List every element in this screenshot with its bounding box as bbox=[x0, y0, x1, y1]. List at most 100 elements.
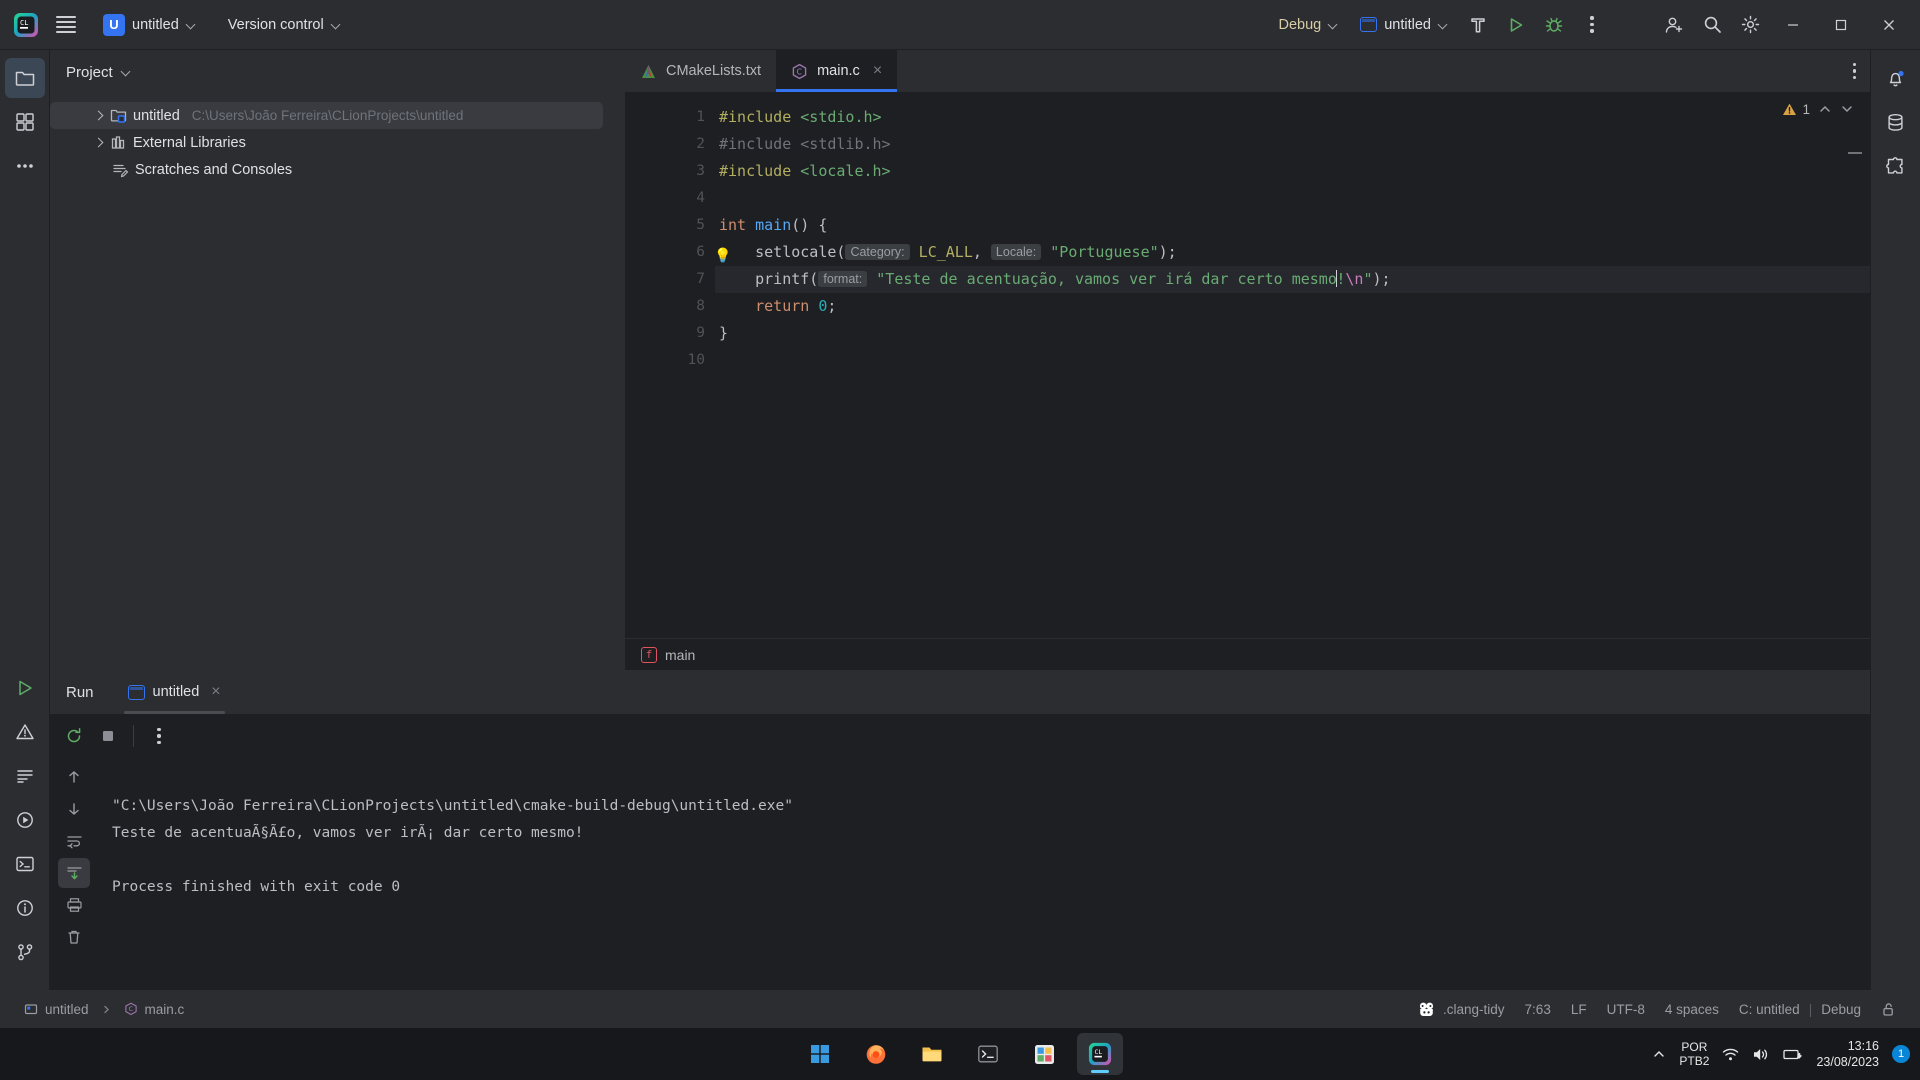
status-cmake-profile[interactable]: C: untitled | Debug bbox=[1729, 996, 1871, 1022]
clion-logo-icon[interactable]: CL bbox=[8, 7, 44, 43]
taskbar-apps: CL bbox=[797, 1033, 1123, 1075]
svg-text:C: C bbox=[797, 67, 802, 76]
status-caret-position[interactable]: 7:63 bbox=[1515, 996, 1561, 1022]
run-tool-window: Run untitled × "C:\Users\João Ferreira\C… bbox=[50, 670, 1870, 990]
run-tab-untitled[interactable]: untitled × bbox=[114, 670, 235, 714]
console-line: "C:\Users\João Ferreira\CLionProjects\un… bbox=[112, 798, 793, 814]
tree-node-scratches[interactable]: Scratches and Consoles bbox=[50, 156, 625, 183]
line-number: 5 bbox=[625, 212, 715, 239]
code-line[interactable]: #include <stdio.h> bbox=[715, 104, 1870, 131]
code-line[interactable]: #include <locale.h> bbox=[715, 158, 1870, 185]
code-line[interactable] bbox=[715, 347, 1870, 374]
run-button[interactable] bbox=[1498, 7, 1534, 43]
code-token: setlocale( bbox=[719, 243, 846, 261]
tree-node-untitled[interactable]: untitled C:\Users\João Ferreira\CLionPro… bbox=[50, 102, 603, 129]
code-editor[interactable]: 1 2 3 4 5 6 7 8 9 10 #include <stdio.h> … bbox=[625, 92, 1870, 638]
status-line-separator[interactable]: LF bbox=[1561, 996, 1597, 1022]
file-explorer-taskbar-button[interactable] bbox=[909, 1033, 955, 1075]
chevron-down-icon[interactable] bbox=[1840, 102, 1854, 116]
firefox-icon bbox=[866, 1045, 886, 1064]
clion-taskbar-button[interactable]: CL bbox=[1077, 1033, 1123, 1075]
run-more-options-button[interactable] bbox=[143, 721, 175, 751]
terminal-taskbar-button[interactable] bbox=[965, 1033, 1011, 1075]
chevron-up-icon[interactable] bbox=[1652, 1047, 1666, 1061]
account-button[interactable] bbox=[1656, 7, 1692, 43]
sidebar-item-todo[interactable] bbox=[5, 756, 45, 796]
start-button[interactable] bbox=[797, 1033, 843, 1075]
maximize-window-button[interactable] bbox=[1818, 0, 1864, 50]
code-line[interactable]: } bbox=[715, 320, 1870, 347]
sidebar-item-terminal[interactable] bbox=[5, 844, 45, 884]
code-line[interactable]: int main() { bbox=[715, 212, 1870, 239]
settings-button[interactable] bbox=[1732, 7, 1768, 43]
scroll-up-button[interactable] bbox=[58, 762, 90, 792]
database-button[interactable] bbox=[1876, 102, 1916, 142]
inspection-navigation[interactable] bbox=[1818, 102, 1854, 116]
build-button[interactable] bbox=[1460, 7, 1496, 43]
code-line[interactable]: printf(format: "Teste de acentuação, vam… bbox=[715, 266, 1870, 293]
close-tab-icon[interactable]: × bbox=[873, 63, 882, 79]
code-line[interactable]: #include <stdlib.h> bbox=[715, 131, 1870, 158]
status-project[interactable]: untitled bbox=[14, 996, 99, 1022]
sidebar-item-run[interactable] bbox=[5, 668, 45, 708]
chevron-down-icon[interactable] bbox=[121, 67, 131, 77]
status-inspections[interactable]: .clang-tidy bbox=[1407, 996, 1515, 1022]
project-panel-header[interactable]: Project bbox=[50, 50, 625, 94]
project-widget[interactable]: U untitled bbox=[94, 9, 205, 41]
more-actions-button[interactable] bbox=[1574, 7, 1610, 43]
editor-tab-main-c[interactable]: C main.c × bbox=[776, 50, 898, 92]
version-control-widget[interactable]: Version control bbox=[219, 9, 350, 41]
debug-button[interactable] bbox=[1536, 7, 1572, 43]
language-indicator[interactable]: POR PTB2 bbox=[1679, 1040, 1709, 1068]
status-read-only-toggle[interactable] bbox=[1871, 996, 1906, 1022]
stop-button[interactable] bbox=[92, 721, 124, 751]
rerun-button[interactable] bbox=[58, 721, 90, 751]
sidebar-item-notifications[interactable] bbox=[5, 888, 45, 928]
wifi-icon[interactable] bbox=[1722, 1047, 1739, 1062]
close-window-button[interactable] bbox=[1866, 0, 1912, 50]
sidebar-item-project[interactable] bbox=[4, 58, 45, 98]
clear-all-button[interactable] bbox=[58, 922, 90, 952]
close-run-tab-icon[interactable]: × bbox=[211, 684, 220, 700]
console-output[interactable]: "C:\Users\João Ferreira\CLionProjects\un… bbox=[98, 758, 1870, 990]
firefox-taskbar-button[interactable] bbox=[853, 1033, 899, 1075]
code-token: <locale.h> bbox=[800, 162, 891, 180]
sidebar-item-version-control[interactable] bbox=[5, 932, 45, 972]
minimize-window-button[interactable] bbox=[1770, 0, 1816, 50]
inspection-widget[interactable]: 1 bbox=[1782, 102, 1810, 117]
chevron-up-icon[interactable] bbox=[1818, 102, 1832, 116]
store-taskbar-button[interactable] bbox=[1021, 1033, 1067, 1075]
code-lines[interactable]: #include <stdio.h> #include <stdlib.h> #in… bbox=[714, 92, 1870, 638]
build-configuration-selector[interactable]: Debug bbox=[1269, 9, 1349, 41]
search-everywhere-button[interactable] bbox=[1694, 7, 1730, 43]
notification-badge[interactable]: 1 bbox=[1892, 1045, 1910, 1063]
scroll-to-end-button[interactable] bbox=[58, 858, 90, 888]
sidebar-item-problems[interactable] bbox=[5, 712, 45, 752]
editor-tab-cmakelists[interactable]: CMakeLists.txt bbox=[625, 50, 776, 92]
notifications-button[interactable] bbox=[1876, 58, 1916, 98]
sidebar-item-commit[interactable] bbox=[5, 102, 45, 142]
plugins-button[interactable] bbox=[1876, 146, 1916, 186]
soft-wrap-button[interactable] bbox=[58, 826, 90, 856]
volume-icon[interactable] bbox=[1752, 1047, 1770, 1062]
sidebar-item-more[interactable] bbox=[5, 146, 45, 186]
status-indent[interactable]: 4 spaces bbox=[1655, 996, 1729, 1022]
status-file[interactable]: C main.c bbox=[114, 996, 195, 1022]
print-button[interactable] bbox=[58, 890, 90, 920]
code-line[interactable] bbox=[715, 185, 1870, 212]
editor-tab-options-button[interactable] bbox=[1839, 50, 1870, 92]
arrow-down-icon bbox=[69, 803, 79, 815]
run-configuration-selector[interactable]: untitled bbox=[1350, 9, 1458, 41]
tree-node-external-libraries[interactable]: External Libraries bbox=[50, 129, 625, 156]
status-encoding[interactable]: UTF-8 bbox=[1597, 996, 1655, 1022]
scroll-down-button[interactable] bbox=[58, 794, 90, 824]
breadcrumb[interactable]: f main bbox=[625, 638, 1870, 670]
chevron-right-icon[interactable] bbox=[92, 110, 104, 122]
sidebar-item-debug[interactable] bbox=[5, 800, 45, 840]
code-line[interactable]: return 0; bbox=[715, 293, 1870, 320]
code-line[interactable]: 💡 setlocale(Category: LC_ALL, Locale: "P… bbox=[714, 239, 1870, 266]
clock-widget[interactable]: 13:16 23/08/2023 bbox=[1816, 1038, 1879, 1070]
main-menu-button[interactable] bbox=[48, 7, 84, 43]
chevron-right-icon[interactable] bbox=[92, 137, 104, 149]
battery-icon[interactable] bbox=[1783, 1047, 1803, 1062]
